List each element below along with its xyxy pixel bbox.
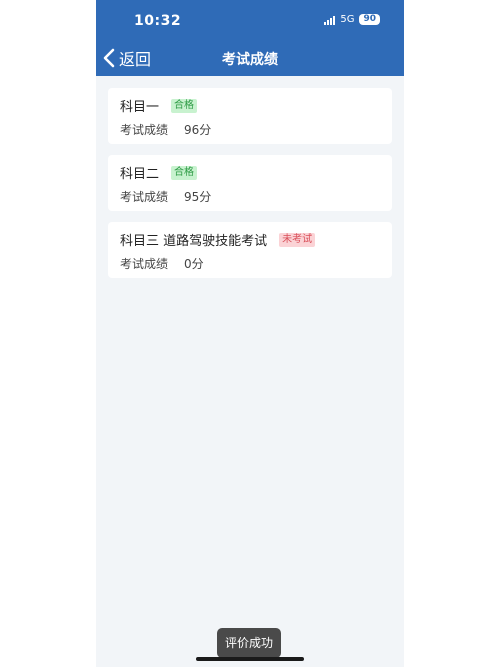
phone-screen: 10:32 5G 90 返回 考试成绩 科目一 合格 考试成绩 96分 科目二 … — [96, 0, 404, 667]
score-value: 96分 — [184, 123, 212, 137]
page-title: 考试成绩 — [222, 52, 278, 68]
score-label: 考试成绩 — [120, 257, 169, 271]
subject-name: 科目三 道路驾驶技能考试 — [120, 234, 268, 249]
card-title-row: 科目一 合格 — [120, 96, 198, 115]
status-badge: 合格 — [171, 98, 198, 113]
status-badge: 未考试 — [279, 232, 316, 247]
app-header: 10:32 5G 90 返回 考试成绩 — [96, 0, 404, 76]
score-row: 考试成绩 95分 — [120, 188, 211, 205]
card-title-row: 科目二 合格 — [120, 163, 198, 182]
toast-message: 评价成功 — [217, 628, 281, 658]
status-badge: 合格 — [171, 165, 198, 180]
signal-icon — [324, 15, 336, 25]
subject-name: 科目二 — [120, 167, 160, 182]
score-label: 考试成绩 — [120, 190, 169, 204]
score-row: 考试成绩 0分 — [120, 255, 204, 272]
subject-name: 科目一 — [120, 100, 160, 115]
score-value: 95分 — [184, 190, 212, 204]
score-row: 考试成绩 96分 — [120, 121, 211, 138]
score-label: 考试成绩 — [120, 123, 169, 137]
result-card-subject-3: 科目三 道路驾驶技能考试 未考试 考试成绩 0分 — [108, 222, 392, 278]
status-bar-right: 5G 90 — [324, 14, 380, 25]
score-value: 0分 — [184, 257, 204, 271]
network-label: 5G — [340, 14, 355, 25]
result-card-subject-1: 科目一 合格 考试成绩 96分 — [108, 88, 392, 144]
battery-icon: 90 — [359, 14, 380, 25]
card-title-row: 科目三 道路驾驶技能考试 未考试 — [120, 230, 316, 249]
status-time: 10:32 — [134, 13, 182, 29]
result-card-subject-2: 科目二 合格 考试成绩 95分 — [108, 155, 392, 211]
home-indicator — [196, 657, 304, 661]
